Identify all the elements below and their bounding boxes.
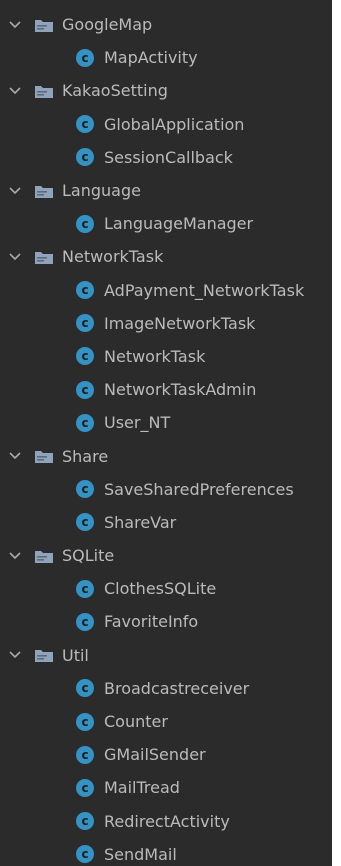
class-icon: c [76,712,94,731]
tree-folder-util[interactable]: Util [0,639,332,672]
tree-class-clothessqlite[interactable]: c ClothesSQLite [0,572,332,605]
class-label: Broadcastreceiver [104,678,250,698]
folder-label: Share [62,446,109,466]
folder-label: GoogleMap [62,15,153,35]
tree-folder-share[interactable]: Share [0,439,332,472]
tree-class-user-nt[interactable]: c User_NT [0,406,332,439]
tree-class-counter[interactable]: c Counter [0,705,332,738]
tree-class-mapactivity[interactable]: c MapActivity [0,41,332,74]
class-icon: c [76,148,94,167]
tree-class-broadcastreceiver[interactable]: c Broadcastreceiver [0,672,332,705]
tree-class-sendmail[interactable]: c SendMail [0,838,332,866]
tree-class-sessioncallback[interactable]: c SessionCallback [0,141,332,174]
folder-icon [34,249,54,265]
class-label: FavoriteInfo [104,612,199,632]
class-label: MailTread [104,778,180,798]
chevron-down-icon[interactable] [8,250,22,264]
class-icon: c [76,214,94,233]
tree-folder-googlemap[interactable]: GoogleMap [0,8,332,41]
class-label: ImageNetworkTask [104,313,256,333]
class-icon: c [76,314,94,333]
class-label: Counter [104,712,168,732]
class-icon: c [76,679,94,698]
tree-folder-sqlite[interactable]: SQLite [0,539,332,572]
class-icon: c [76,413,94,432]
class-icon: c [76,579,94,598]
class-label: RedirectActivity [104,811,230,831]
folder-icon [34,548,54,564]
folder-icon [34,647,54,663]
class-icon: c [76,812,94,831]
tree-class-imagenetworktask[interactable]: c ImageNetworkTask [0,307,332,340]
panel-gutter [332,0,341,866]
class-label: User_NT [104,413,171,433]
class-label: MapActivity [104,48,198,68]
tree-class-redirectactivity[interactable]: c RedirectActivity [0,805,332,838]
tree-class-globalapplication[interactable]: c GlobalApplication [0,108,332,141]
class-icon: c [76,48,94,67]
folder-label: Language [62,181,141,201]
class-label: ShareVar [104,512,177,532]
tree-class-savesharedpreferences[interactable]: c SaveSharedPreferences [0,473,332,506]
tree-class-gmailsender[interactable]: c GMailSender [0,738,332,771]
class-label: LanguageManager [104,214,254,234]
chevron-down-icon[interactable] [8,549,22,563]
class-icon: c [76,778,94,797]
folder-icon [34,83,54,99]
folder-icon [34,17,54,33]
tree-class-sharevar[interactable]: c ShareVar [0,506,332,539]
class-icon: c [76,845,94,864]
chevron-down-icon[interactable] [8,449,22,463]
class-label: ClothesSQLite [104,579,217,599]
folder-label: SQLite [62,546,115,566]
class-label: SendMail [104,844,177,864]
tree-class-favoriteinfo[interactable]: c FavoriteInfo [0,605,332,638]
class-label: AdPayment_NetworkTask [104,280,305,300]
class-icon: c [76,347,94,366]
class-label: GMailSender [104,745,206,765]
class-label: NetworkTask [104,346,206,366]
tree-folder-language[interactable]: Language [0,174,332,207]
class-icon: c [76,281,94,300]
class-label: SessionCallback [104,147,233,167]
chevron-down-icon[interactable] [8,84,22,98]
tree-class-networktask[interactable]: c NetworkTask [0,340,332,373]
class-icon: c [76,380,94,399]
tree-class-mailtread[interactable]: c MailTread [0,771,332,804]
tree-class-languagemanager[interactable]: c LanguageManager [0,207,332,240]
chevron-down-icon[interactable] [8,648,22,662]
class-icon: c [76,480,94,499]
folder-icon [34,183,54,199]
class-label: GlobalApplication [104,114,245,134]
class-icon: c [76,612,94,631]
tree-folder-kakaosetting[interactable]: KakaoSetting [0,74,332,107]
project-tree: GoogleMap c MapActivity KakaoSetting c Global… [0,0,332,866]
tree-class-adpayment-networktask[interactable]: c AdPayment_NetworkTask [0,274,332,307]
folder-label: NetworkTask [62,247,164,267]
class-icon: c [76,115,94,134]
tree-folder-networktask[interactable]: NetworkTask [0,240,332,273]
class-label: SaveSharedPreferences [104,479,294,499]
class-icon: c [76,513,94,532]
folder-icon [34,448,54,464]
tree-class-networktaskadmin[interactable]: c NetworkTaskAdmin [0,373,332,406]
folder-label: KakaoSetting [62,81,168,101]
chevron-down-icon[interactable] [8,184,22,198]
class-icon: c [76,745,94,764]
folder-label: Util [62,645,89,665]
chevron-down-icon[interactable] [8,18,22,32]
class-label: NetworkTaskAdmin [104,380,257,400]
